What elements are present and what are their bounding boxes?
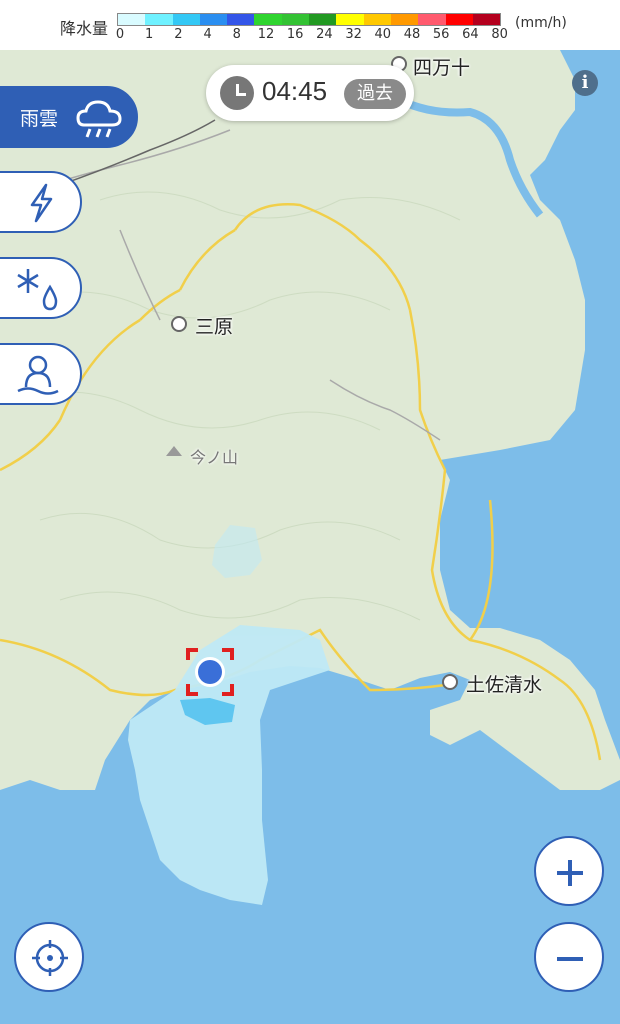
current-time: 04:45 — [262, 76, 328, 106]
legend-swatch — [363, 14, 391, 25]
locate-button[interactable] — [14, 922, 84, 992]
locate-icon — [32, 940, 68, 976]
legend-tick-label: 16 — [286, 27, 304, 42]
layer-button-lightning[interactable] — [0, 171, 82, 233]
legend-tick-label: 48 — [403, 27, 421, 42]
layer-button-snow[interactable] — [0, 257, 82, 319]
legend-swatch — [281, 14, 310, 25]
legend-tick-label: 64 — [462, 27, 479, 42]
legend-swatch — [336, 14, 364, 25]
info-icon[interactable]: i — [572, 70, 598, 96]
layer-button-snow-depth[interactable] — [0, 343, 82, 405]
layer-button-rain-cloud[interactable]: 雨雲 — [0, 86, 138, 148]
legend-tick-label: 4 — [203, 27, 212, 42]
place-marker-mihara — [171, 316, 187, 332]
legend-swatch — [118, 14, 146, 25]
river — [398, 96, 544, 218]
location-bracket-icon — [186, 648, 234, 696]
clock-icon — [220, 76, 254, 110]
current-location-marker — [186, 648, 234, 696]
lightning-icon — [30, 183, 53, 223]
snowman-icon — [17, 355, 59, 395]
legend-tick-label: 0 — [115, 27, 125, 42]
precipitation-legend: 降水量 0 1 2 4 8 12 16 24 32 40 48 56 64 80 (mm/h) — [0, 0, 620, 50]
snow-icon — [17, 269, 58, 311]
time-indicator[interactable]: 04:45 過去 — [206, 65, 414, 121]
legend-swatch — [199, 14, 228, 25]
place-label-tosashimizu: 土佐清水 — [466, 674, 543, 696]
legend-swatch — [390, 14, 419, 25]
legend-tick-label: 12 — [257, 27, 275, 42]
place-label-mihara: 三原 — [195, 316, 234, 338]
legend-tick-label: 24 — [316, 27, 333, 42]
legend-swatch — [418, 14, 446, 25]
legend-tick-label: 40 — [374, 27, 392, 42]
legend-swatch — [227, 14, 255, 25]
legend-swatch — [145, 14, 173, 25]
legend-swatch — [172, 14, 200, 25]
plus-icon — [557, 860, 583, 886]
zoom-out-button[interactable] — [534, 922, 604, 992]
layer-label-rain-cloud: 雨雲 — [20, 108, 59, 130]
mountain-icon — [166, 446, 182, 456]
minus-icon — [557, 957, 583, 961]
legend-tick-label: 56 — [432, 27, 450, 42]
legend-color-scale — [117, 13, 502, 26]
rain-cloud-icon — [76, 100, 122, 138]
legend-swatch — [445, 14, 473, 25]
place-label-shimanto: 四万十 — [413, 57, 471, 79]
legend-tick-label: 2 — [174, 27, 183, 42]
legend-unit: (mm/h) — [515, 15, 567, 31]
legend-tick-label: 1 — [145, 27, 154, 42]
legend-ticks: 0 1 2 4 8 12 16 24 32 40 48 56 64 80 — [108, 27, 528, 45]
legend-title: 降水量 — [60, 19, 109, 38]
legend-tick-label: 32 — [345, 27, 362, 42]
legend-tick-label: 80 — [491, 27, 508, 42]
legend-swatch — [309, 14, 337, 25]
map-canvas — [0, 50, 620, 1024]
legend-swatch — [254, 14, 282, 25]
zoom-in-button[interactable] — [534, 836, 604, 906]
map-view[interactable]: 四万十 三原 今ノ山 土佐清水 — [0, 50, 620, 1024]
legend-tick-label: 8 — [232, 27, 241, 42]
place-label-imanoyama: 今ノ山 — [190, 448, 239, 467]
past-button[interactable]: 過去 — [344, 79, 406, 109]
legend-swatch — [472, 14, 501, 25]
place-marker-tosashimizu — [442, 674, 458, 690]
